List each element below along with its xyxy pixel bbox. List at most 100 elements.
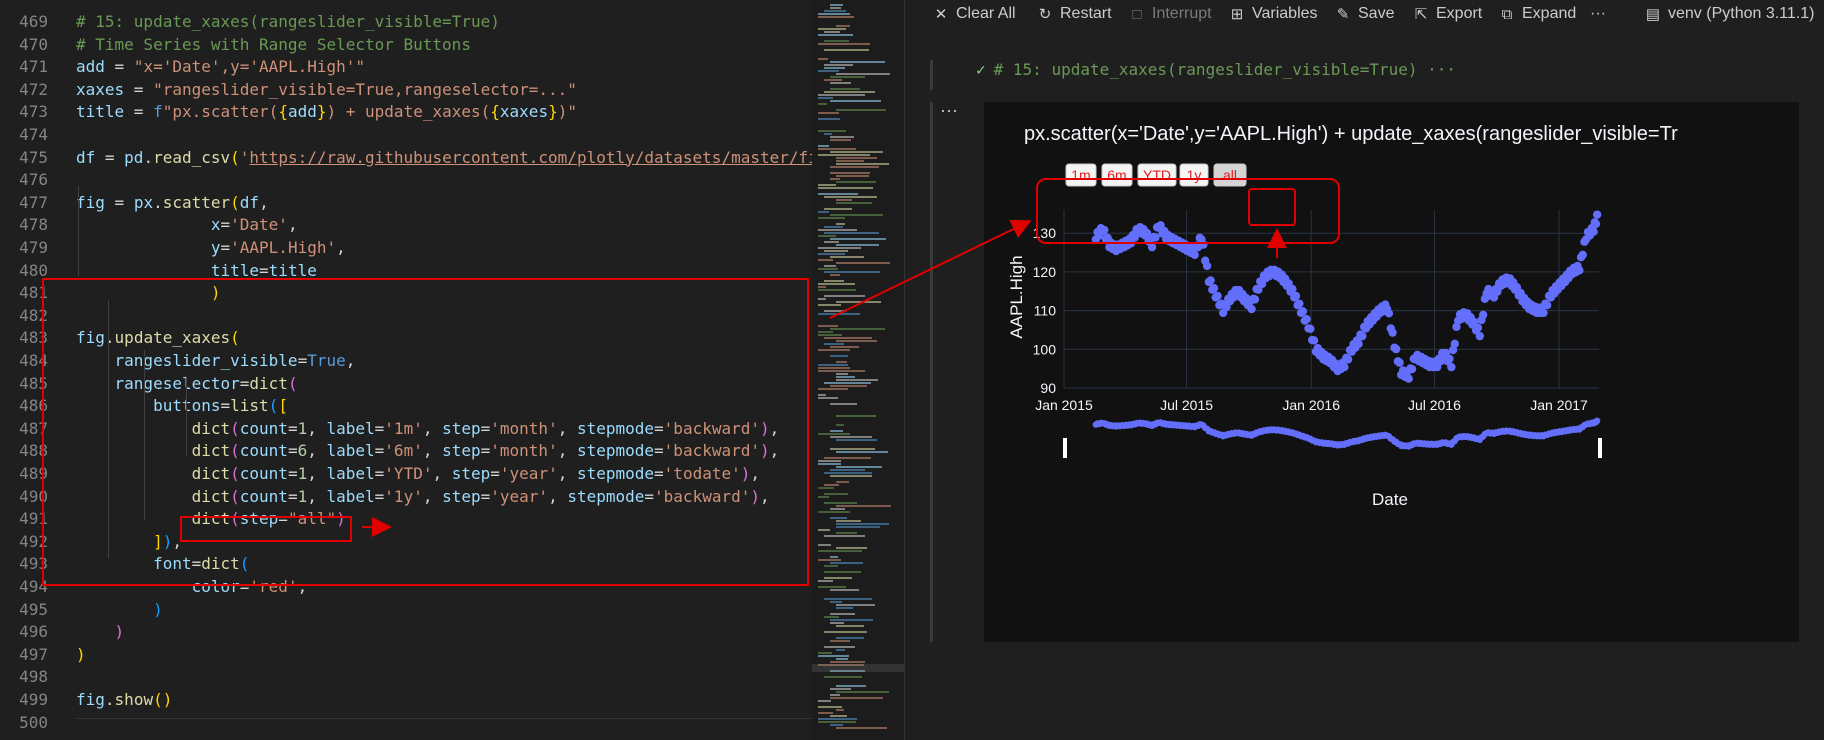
minimap-line <box>818 28 846 30</box>
code-token: , <box>336 238 346 257</box>
collapsed-cell-header[interactable]: ✓ # 15: update_xaxes(rangeslider_visible=… <box>976 60 1824 90</box>
data-point <box>1358 331 1367 341</box>
minimap-line <box>818 655 849 657</box>
indent-guide <box>78 186 79 276</box>
minimap-line <box>824 40 849 42</box>
code-token: = <box>104 57 134 77</box>
minimap-line <box>836 481 849 483</box>
code-line[interactable]: 475 df = pd.read_csv('https://raw.githubu… <box>0 146 812 169</box>
data-point <box>1190 250 1199 260</box>
minimap-line <box>830 715 847 717</box>
code-line[interactable]: 495 ) <box>0 598 812 621</box>
minimap-line <box>836 523 889 525</box>
variables-button[interactable]: ⊞ Variables <box>1228 5 1318 23</box>
minimap-line <box>818 229 857 231</box>
notebook-toolbar: ✕ Clear All ↻ Restart □ Interrupt ⊞ Vari… <box>922 0 1824 32</box>
minimap-line <box>824 493 848 495</box>
data-point <box>1354 339 1363 349</box>
minimap-line <box>836 163 889 165</box>
code-token: pd <box>124 147 144 167</box>
minimap-line <box>830 139 851 141</box>
code-line[interactable]: 479 y='AAPL.High', <box>0 236 812 259</box>
minimap-line <box>830 214 883 216</box>
minimap-line <box>836 604 875 606</box>
minimap-line <box>818 13 850 15</box>
code-line[interactable]: 473 title = f"px.scatter({add}) + update_… <box>0 100 812 123</box>
data-point <box>1213 291 1222 301</box>
code-line[interactable]: 472 xaxes = "rangeslider_visible=True,ran… <box>0 78 812 101</box>
code-token: = <box>124 79 154 99</box>
minimap-line <box>830 640 850 642</box>
minimap-line <box>824 91 875 93</box>
minimap-line <box>830 589 859 591</box>
line-number: 485 <box>19 373 48 393</box>
minimap-line <box>836 262 890 264</box>
code-token: fig <box>76 192 105 212</box>
minimap-line <box>818 313 860 315</box>
minimap-viewport[interactable] <box>812 664 904 672</box>
code-line[interactable]: 476 <box>0 168 812 191</box>
code-line[interactable]: 478 x='Date', <box>0 213 812 236</box>
data-point <box>1309 336 1319 345</box>
code-token: { <box>278 102 288 122</box>
x-tick-label: Jul 2015 <box>1160 397 1213 413</box>
more-actions-button[interactable]: ··· <box>1590 5 1606 23</box>
minimap-line <box>818 247 861 249</box>
minimap-line <box>818 118 840 120</box>
minimap-line <box>830 328 885 330</box>
code-line[interactable]: 497) <box>0 643 812 666</box>
code-line[interactable]: 469 # 15: update_xaxes(rangeslider_visibl… <box>0 10 812 33</box>
minimap-line <box>818 718 857 720</box>
code-token: read_csv <box>153 147 231 167</box>
minimap-line <box>830 661 865 663</box>
code-line[interactable]: 496 ) <box>0 620 812 643</box>
minimap-line <box>830 508 845 510</box>
code-token: # Time Series with Range Selector Button… <box>76 34 471 54</box>
data-point <box>1384 309 1394 318</box>
line-number: 474 <box>19 125 48 144</box>
expand-button[interactable]: ⧉ Expand <box>1498 5 1577 23</box>
minimap-line <box>818 16 854 18</box>
code-line[interactable]: 471 add = "x='Date',y='AAPL.High'" <box>0 55 812 78</box>
data-point <box>1250 295 1260 304</box>
minimap-line <box>818 370 865 372</box>
code-token: ) <box>114 622 125 642</box>
minimap-line <box>824 598 872 600</box>
minimap-line <box>830 694 840 696</box>
minimap[interactable] <box>812 0 905 740</box>
minimap-line <box>824 343 844 345</box>
minimap-line <box>818 286 826 288</box>
variables-icon: ⊞ <box>1230 6 1244 23</box>
minimap-line <box>824 295 865 297</box>
code-line[interactable]: 498 <box>0 665 812 688</box>
y-tick-label: 100 <box>1033 341 1057 357</box>
code-text: x='Date', <box>76 213 298 236</box>
minimap-line <box>830 76 865 78</box>
output-menu-button[interactable]: ··· <box>940 100 958 121</box>
code-line[interactable]: 474 <box>0 123 812 146</box>
code-token: "px.scatter( <box>162 102 279 122</box>
code-line[interactable]: 470 # Time Series with Range Selector But… <box>0 33 812 56</box>
minimap-line <box>836 547 867 549</box>
minimap-line <box>836 526 880 528</box>
interrupt-button[interactable]: □ Interrupt <box>1128 5 1211 23</box>
expand-icon: ⧉ <box>1501 5 1513 23</box>
clear-all-button[interactable]: ✕ Clear All <box>932 5 1016 23</box>
minimap-line <box>830 619 873 621</box>
minimap-line <box>818 103 827 105</box>
export-button[interactable]: ⇱ Export <box>1412 5 1483 23</box>
minimap-line <box>818 433 850 435</box>
minimap-line <box>830 256 864 258</box>
minimap-line <box>830 697 883 699</box>
minimap-line <box>818 187 873 189</box>
minimap-line <box>818 550 862 552</box>
minimap-line <box>836 625 864 627</box>
restart-button[interactable]: ↻ Restart <box>1036 5 1112 23</box>
minimap-line <box>830 430 843 432</box>
code-line[interactable]: 499 fig.show() <box>0 688 812 711</box>
code-line[interactable]: 477 fig = px.scatter(df, <box>0 191 812 214</box>
save-button[interactable]: ✎ Save <box>1334 5 1395 23</box>
kernel-selector[interactable]: ▤ venv (Python 3.11.1) <box>1644 5 1815 23</box>
line-number: 469 <box>19 12 48 31</box>
